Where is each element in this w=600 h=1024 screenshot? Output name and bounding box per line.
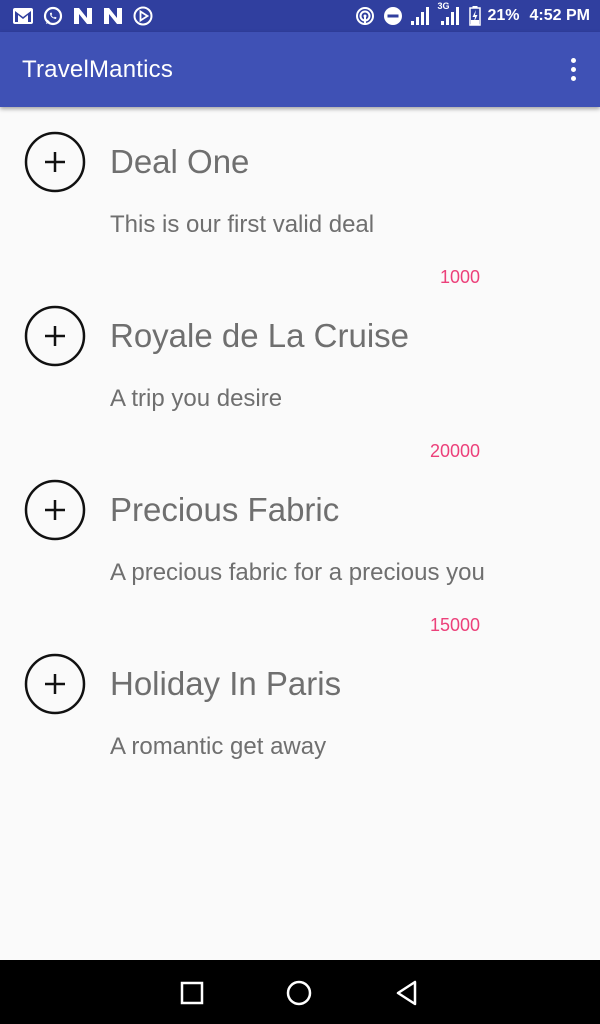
system-status: 3G 21% 4:52 PM <box>354 1 590 28</box>
add-circle-icon <box>24 479 86 541</box>
list-item[interactable]: Precious Fabric A precious fabric for a … <box>0 455 600 635</box>
app-bar: TravelMantics <box>0 32 600 107</box>
deal-title: Royale de La Cruise <box>110 317 409 354</box>
add-circle-icon <box>24 131 86 193</box>
play-icon <box>132 5 154 27</box>
deal-title: Precious Fabric <box>110 491 340 528</box>
whatsapp-icon <box>42 5 64 27</box>
list-item[interactable]: Holiday In Paris A romantic get away <box>0 629 600 803</box>
back-icon[interactable] <box>392 978 422 1008</box>
deal-title: Holiday In Paris <box>110 665 342 702</box>
app-title: TravelMantics <box>22 56 174 83</box>
list-item[interactable]: Deal One This is our first valid deal 10… <box>0 107 600 287</box>
battery-icon <box>468 5 482 27</box>
gmail-icon <box>12 5 34 27</box>
deal-description: A trip you desire <box>110 385 283 412</box>
home-icon[interactable] <box>284 978 314 1008</box>
more-vert-icon[interactable] <box>560 52 586 86</box>
hotspot-icon <box>354 5 376 27</box>
deal-description: A precious fabric for a precious you <box>110 559 485 586</box>
status-bar: 3G 21% 4:52 PM <box>0 0 600 32</box>
deal-description: This is our first valid deal <box>110 211 375 238</box>
signal-3g-icon: 3G <box>438 1 462 27</box>
dnd-icon <box>382 5 404 27</box>
add-circle-icon <box>24 653 86 715</box>
navigation-bar <box>0 960 600 1024</box>
battery-percent: 21% <box>487 7 520 24</box>
deal-description: A romantic get away <box>110 733 327 760</box>
add-circle-icon <box>24 305 86 367</box>
notification-icons <box>12 5 154 27</box>
deal-list: Deal One This is our first valid deal 10… <box>0 107 600 803</box>
signal-icon <box>410 5 432 27</box>
n-app-icon <box>102 5 124 27</box>
list-item[interactable]: Royale de La Cruise A trip you desire 20… <box>0 281 600 461</box>
network-type: 3G <box>437 1 450 11</box>
clock: 4:52 PM <box>529 7 590 24</box>
deal-title: Deal One <box>110 143 250 180</box>
n-app-icon <box>72 5 94 27</box>
recents-icon[interactable] <box>177 978 207 1008</box>
